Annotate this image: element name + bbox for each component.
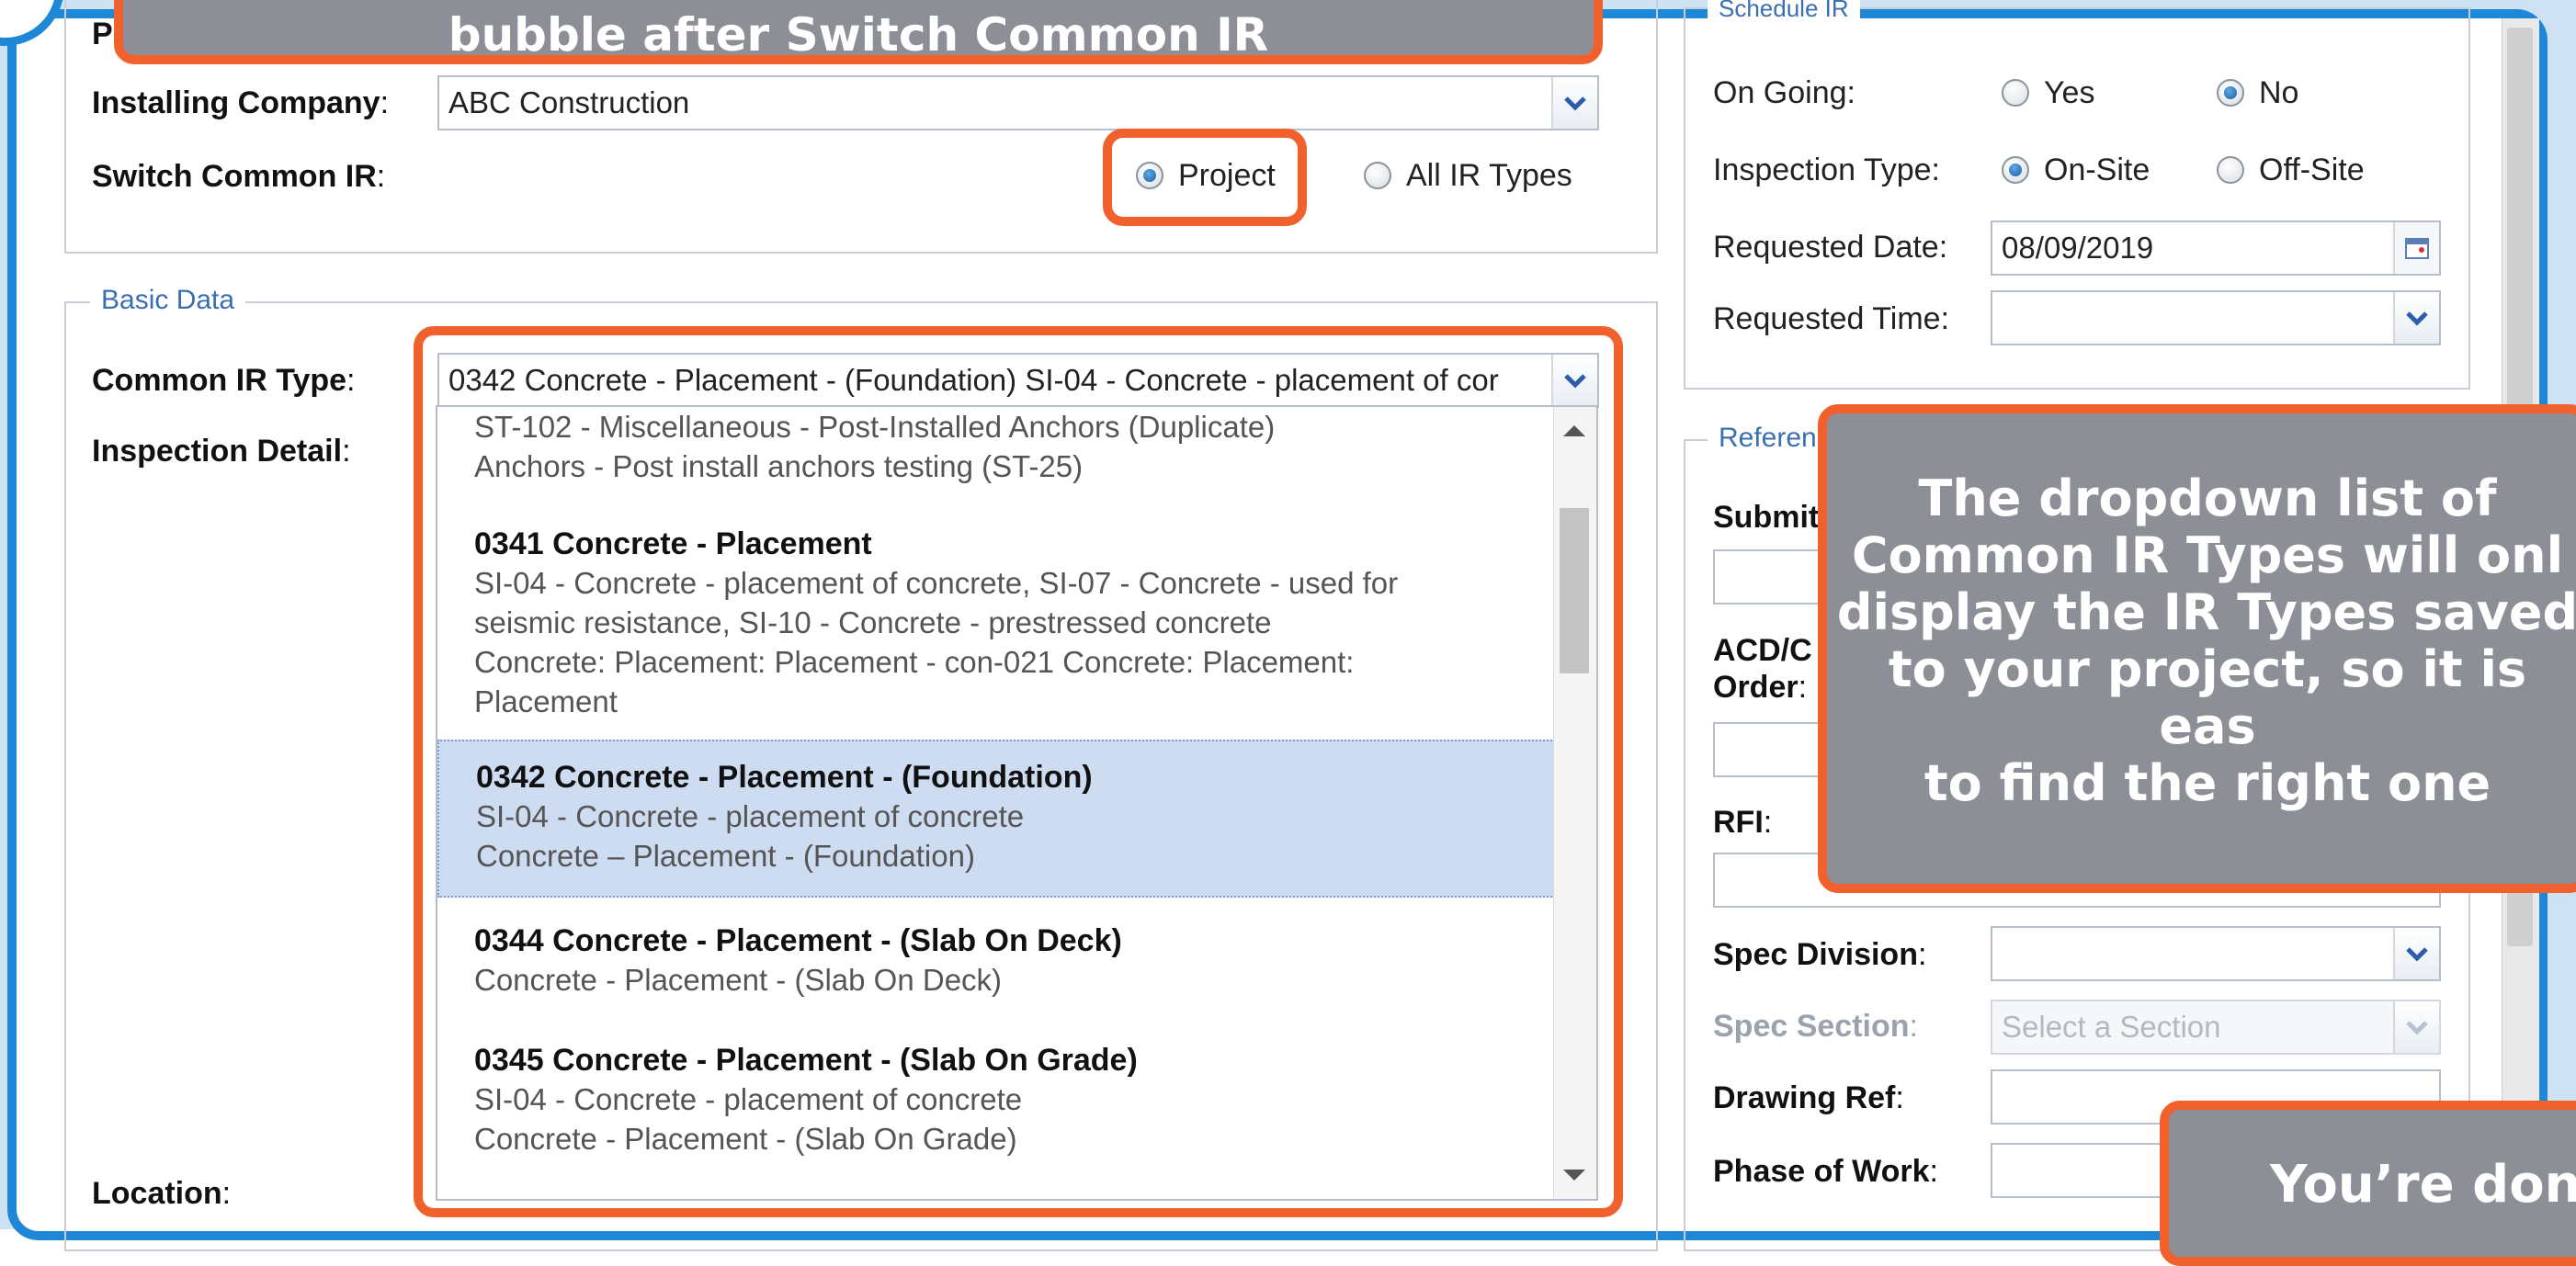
top-bubble-text: bubble after Switch Common IR <box>448 8 1269 62</box>
dropdown-callout-bubble: The dropdown list of Common IR Types wil… <box>1818 404 2576 893</box>
spec-section-placeholder: Select a Section <box>2002 1010 2221 1044</box>
on-going-no-label: No <box>2259 75 2299 110</box>
top-callout-bubble: bubble after Switch Common IR <box>114 0 1603 64</box>
all-ir-types-radio-label: All IR Types <box>1406 158 1572 193</box>
dropdown-highlight <box>414 326 1623 1217</box>
chevron-down-icon[interactable] <box>1551 77 1597 129</box>
requested-date-value: 08/09/2019 <box>2002 231 2154 265</box>
dropdown-bubble-line: to your project, so it is eas <box>1888 640 2527 755</box>
inspection-detail-label: Inspection Detail: <box>92 434 351 469</box>
on-going-label: On Going: <box>1713 75 1855 110</box>
drawing-ref-label: Drawing Ref: <box>1713 1080 1904 1115</box>
requested-date-label: Requested Date: <box>1713 230 1948 265</box>
spec-division-label: Spec Division: <box>1713 937 1927 972</box>
off-site-radio[interactable] <box>2217 156 2244 184</box>
done-bubble-text: You’re done <box>2270 1155 2576 1215</box>
project-radio-highlight <box>1103 129 1307 226</box>
dropdown-bubble-line: Common IR Types will onl <box>1851 526 2564 584</box>
chevron-down-icon <box>2393 1001 2439 1053</box>
installing-company-value: ABC Construction <box>448 85 690 119</box>
on-going-yes-label: Yes <box>2044 75 2095 110</box>
submittal-label: Submit <box>1713 500 1820 535</box>
rfi-label: RFI: <box>1713 805 1773 840</box>
requested-time-select[interactable] <box>1991 290 2441 345</box>
installing-company-label: Installing Company: <box>92 85 390 120</box>
spec-section-label: Spec Section: <box>1713 1009 1918 1044</box>
common-ir-type-label: Common IR Type: <box>92 363 356 398</box>
phase-of-work-label: Phase of Work: <box>1713 1154 1938 1189</box>
done-callout-bubble: You’re done <box>2160 1101 2576 1266</box>
all-ir-types-radio[interactable] <box>1364 162 1391 189</box>
basic-data-legend: Basic Data <box>90 285 246 316</box>
installing-company-select[interactable]: ABC Construction <box>437 75 1599 130</box>
chevron-down-icon[interactable] <box>2393 928 2439 979</box>
dropdown-bubble-line: to find the right one <box>1923 754 2491 812</box>
acd-co-label: ACD/C Order: <box>1713 633 1812 705</box>
requested-date-input[interactable]: 08/09/2019 <box>1991 220 2441 276</box>
on-going-yes-radio[interactable] <box>2002 79 2029 107</box>
dropdown-bubble-line: display the IR Types saved <box>1836 583 2576 641</box>
on-site-radio[interactable] <box>2002 156 2029 184</box>
schedule-ir-legend: Schedule IR <box>1708 0 1860 23</box>
on-site-label: On-Site <box>2044 153 2150 187</box>
spec-section-select: Select a Section <box>1991 1000 2441 1055</box>
calendar-icon[interactable] <box>2393 222 2439 274</box>
partial-label: P <box>92 17 113 51</box>
on-going-no-radio[interactable] <box>2217 79 2244 107</box>
spec-division-select[interactable] <box>1991 926 2441 981</box>
chevron-down-icon[interactable] <box>2393 292 2439 344</box>
location-label: Location: <box>92 1176 232 1211</box>
inspection-type-label: Inspection Type: <box>1713 153 1940 187</box>
off-site-label: Off-Site <box>2259 153 2365 187</box>
requested-time-label: Requested Time: <box>1713 301 1950 336</box>
switch-common-ir-label: Switch Common IR: <box>92 159 386 194</box>
references-legend: Referen <box>1708 423 1828 454</box>
dropdown-bubble-line: The dropdown list of <box>1918 469 2497 527</box>
